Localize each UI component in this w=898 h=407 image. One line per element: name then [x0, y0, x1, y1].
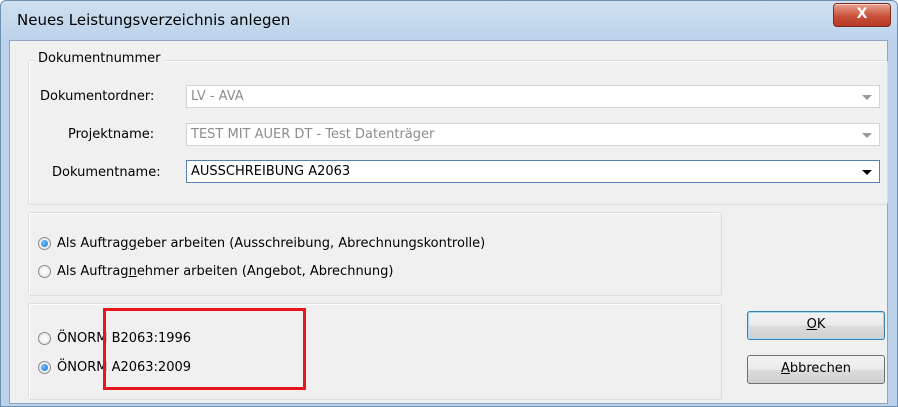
radio-selected-icon[interactable]	[38, 237, 51, 250]
norm-option-a2063[interactable]: ÖNORM A2063:2009	[38, 360, 191, 375]
window-title: Neues Leistungsverzeichnis anlegen	[17, 11, 291, 29]
close-button[interactable]: X	[833, 3, 891, 27]
document-name-label: Dokumentname:	[52, 165, 161, 180]
norm-group	[28, 303, 722, 400]
chevron-down-icon	[862, 170, 872, 175]
document-folder-value: LV - AVA	[191, 89, 244, 104]
document-number-legend: Dokumentnummer	[34, 51, 165, 66]
role-option-client-label: Als Auftraggeber arbeiten (Ausschreibung…	[57, 236, 486, 251]
radio-selected-icon[interactable]	[38, 361, 51, 374]
document-folder-dropdown[interactable]: LV - AVA	[186, 85, 880, 108]
project-name-value: TEST MIT AUER DT - Test Datenträger	[191, 127, 435, 142]
cancel-button[interactable]: Abbrechen	[747, 355, 885, 384]
role-option-contractor-label: Als Auftragnehmer arbeiten (Angebot, Abr…	[57, 264, 394, 279]
norm-option-a2063-label: ÖNORM A2063:2009	[57, 360, 192, 375]
role-option-client[interactable]: Als Auftraggeber arbeiten (Ausschreibung…	[38, 236, 485, 251]
close-icon: X	[856, 6, 868, 22]
chevron-down-icon	[862, 95, 872, 100]
document-name-value: AUSSCHREIBUNG A2063	[191, 164, 351, 179]
role-group	[28, 212, 722, 296]
role-option-contractor[interactable]: Als Auftragnehmer arbeiten (Angebot, Abr…	[38, 264, 393, 279]
document-folder-label: Dokumentordner:	[40, 89, 155, 104]
project-name-label: Projektname:	[68, 127, 155, 142]
chevron-down-icon	[862, 133, 872, 138]
title-bar[interactable]: Neues Leistungsverzeichnis anlegen X	[1, 1, 897, 41]
radio-unselected-icon[interactable]	[38, 265, 51, 278]
radio-unselected-icon[interactable]	[38, 332, 51, 345]
norm-option-b2063-label: ÖNORM B2063:1996	[57, 331, 192, 346]
document-name-combobox[interactable]: AUSSCHREIBUNG A2063	[186, 160, 880, 183]
ok-button[interactable]: OK	[747, 311, 885, 340]
norm-option-b2063[interactable]: ÖNORM B2063:1996	[38, 331, 191, 346]
project-name-dropdown[interactable]: TEST MIT AUER DT - Test Datenträger	[186, 123, 880, 146]
